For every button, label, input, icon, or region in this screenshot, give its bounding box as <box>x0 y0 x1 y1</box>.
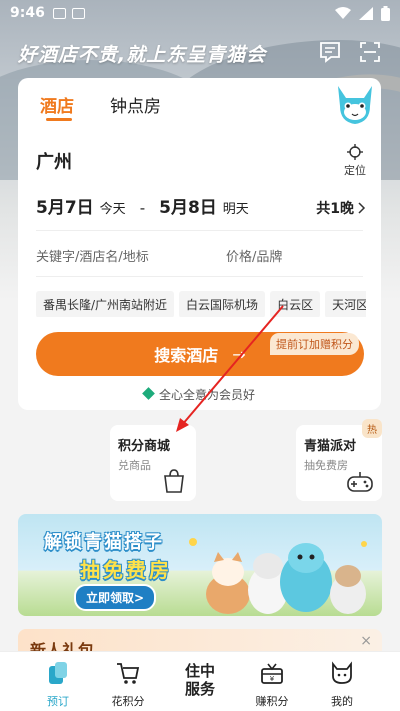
checkin-day: 今天 <box>99 202 126 217</box>
checkout-date: 5月8日 <box>159 198 217 218</box>
bottom-navigation: 预订 花积分 住中 服务 ¥ 赚积分 我的 <box>0 651 400 711</box>
diamond-icon <box>142 387 155 400</box>
divider <box>36 230 363 231</box>
points-mall-subtitle: 兑商品 <box>118 459 151 472</box>
gift-icon: ¥ <box>261 663 283 684</box>
nav-earn-points-label: 赚积分 <box>255 695 289 708</box>
crosshair-icon <box>347 144 363 160</box>
nav-mine-label: 我的 <box>331 695 353 708</box>
close-icon[interactable]: × <box>360 633 372 649</box>
promo-badge: 提前订加赠积分 <box>270 333 359 355</box>
signal-icon <box>359 6 373 20</box>
wifi-icon <box>335 6 351 19</box>
member-text: 全心全意为会员好 <box>158 388 255 402</box>
keyword-input[interactable]: 关键字/酒店名/地标 <box>36 246 149 265</box>
points-mall-tile[interactable]: 积分商城 兑商品 <box>110 425 196 501</box>
locate-label: 定位 <box>344 164 366 177</box>
banner-title-line2: 抽免费房 <box>80 558 172 582</box>
nav-booking-label: 预订 <box>47 695 69 708</box>
nav-stay-service[interactable]: 住中 服务 <box>170 662 230 698</box>
chip-baiyun-airport[interactable]: 白云国际机场 <box>179 291 266 317</box>
hot-badge: 热 <box>362 419 382 438</box>
nav-spend-points[interactable]: 花积分 <box>98 660 158 709</box>
nav-mine[interactable]: 我的 <box>312 660 372 709</box>
locate-button[interactable]: 定位 <box>340 144 370 178</box>
booking-card: 酒店 钟点房 广州 定位 5月7日 今天 - 5月8日 明天 共1晚 关键字/酒… <box>18 78 381 410</box>
date-selector[interactable]: 5月7日 今天 - 5月8日 明天 共1晚 <box>36 193 366 218</box>
active-tab-indicator <box>46 118 72 121</box>
member-slogan: 全心全意为会员好 <box>18 386 381 403</box>
chip-tianhe-district[interactable]: 天河区 <box>325 291 366 317</box>
tab-hourly-room[interactable]: 钟点房 <box>110 92 161 117</box>
cat-face-icon <box>332 661 352 684</box>
message-icon[interactable] <box>318 40 342 64</box>
booking-tabs: 酒店 钟点房 <box>18 78 381 126</box>
search-button-label: 搜索酒店 <box>154 346 219 365</box>
divider <box>36 276 363 277</box>
points-mall-title: 积分商城 <box>118 439 171 454</box>
checkout-day: 明天 <box>222 202 249 217</box>
tab-hotel[interactable]: 酒店 <box>40 92 74 117</box>
cart-icon <box>117 663 140 684</box>
nights-label: 共1晚 <box>316 201 354 217</box>
promo-banner[interactable]: 解锁青猫搭子 抽免费房 立即领取> <box>18 514 382 616</box>
battery-icon <box>381 5 390 21</box>
svg-text:¥: ¥ <box>270 675 275 683</box>
arrow-right-icon: → <box>232 344 246 364</box>
gamepad-icon <box>347 472 373 492</box>
scan-icon[interactable] <box>358 40 382 64</box>
status-bar: 9:46 <box>0 0 400 26</box>
banner-claim-button[interactable]: 立即领取> <box>74 584 157 611</box>
cat-party-title: 青猫派对 <box>304 439 357 454</box>
cat-mascot-icon <box>338 86 372 124</box>
nav-spend-points-label: 花积分 <box>111 695 145 708</box>
banner-title-line1: 解锁青猫搭子 <box>44 532 164 553</box>
cats-illustration <box>189 538 367 614</box>
chip-baiyun-district[interactable]: 白云区 <box>270 291 321 317</box>
nav-earn-points[interactable]: ¥ 赚积分 <box>242 660 302 709</box>
price-brand-input[interactable]: 价格/品牌 <box>226 246 282 265</box>
date-separator: - <box>139 199 146 217</box>
gallery-notification-icon <box>52 7 66 19</box>
nav-booking[interactable]: 预订 <box>28 660 88 709</box>
quick-location-chips: 番禺长隆/广州南站附近 白云国际机场 白云区 天河区 <box>36 291 366 317</box>
checkin-date: 5月7日 <box>36 198 94 218</box>
app-slogan: 好酒店不贵,就上东呈青猫会 <box>18 44 267 66</box>
nav-stay-service-label: 住中 服务 <box>184 662 215 698</box>
status-time: 9:46 <box>10 5 45 21</box>
chip-panyu-changlong[interactable]: 番禺长隆/广州南站附近 <box>36 291 175 317</box>
shopping-bag-icon <box>164 469 184 493</box>
booking-icon <box>49 662 67 684</box>
nights-count: 共1晚 <box>316 198 366 218</box>
city-selector[interactable]: 广州 <box>36 148 72 174</box>
cat-party-subtitle: 抽免费房 <box>304 459 348 472</box>
chevron-right-icon <box>358 202 366 214</box>
font-notification-icon <box>71 7 85 19</box>
